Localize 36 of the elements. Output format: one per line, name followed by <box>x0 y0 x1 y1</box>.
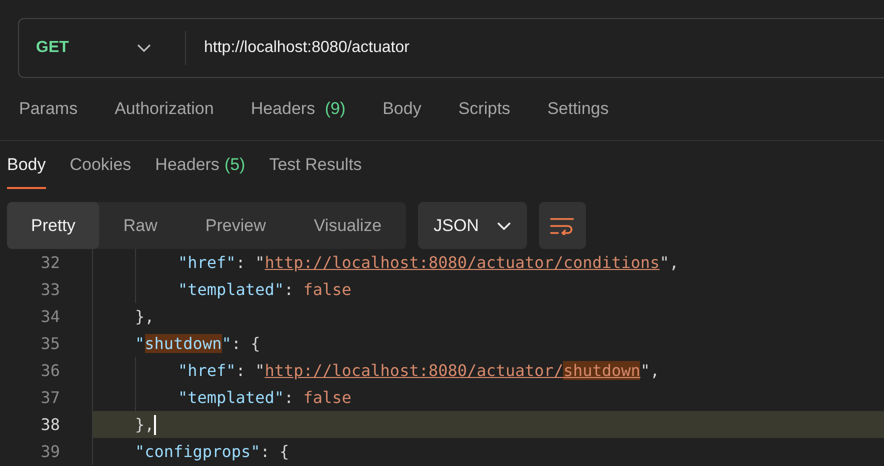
view-mode-tab[interactable]: Pretty <box>7 202 100 249</box>
code-line: "templated": false <box>92 276 884 303</box>
request-tab[interactable]: Params <box>19 99 78 119</box>
code-line: "configprops": { <box>92 438 884 465</box>
request-tab[interactable]: Settings <box>547 99 609 119</box>
code-line: "shutdown": { <box>92 330 884 357</box>
url-field[interactable]: http://localhost:8080/actuator <box>204 39 410 57</box>
line-number: 34 <box>40 307 60 326</box>
format-dropdown[interactable]: JSON <box>418 202 527 249</box>
line-number: 33 <box>40 280 60 299</box>
chevron-down-icon <box>496 222 511 230</box>
code-line: "href": "http://localhost:8080/actuator/shutdown", <box>92 357 884 384</box>
request-tab[interactable]: Authorization <box>114 99 214 119</box>
response-tab[interactable]: Test Results <box>269 141 362 189</box>
code-line: "href": "http://localhost:8080/actuator/conditions", <box>92 249 884 276</box>
code-line: }, <box>92 303 884 330</box>
view-mode-tab[interactable]: Visualize <box>290 202 406 249</box>
method-dropdown[interactable]: GET <box>36 39 69 57</box>
line-number: 35 <box>40 334 60 353</box>
response-tab[interactable]: Headers (5) <box>155 141 246 189</box>
response-tab[interactable]: Body <box>7 141 46 189</box>
request-tab[interactable]: Body <box>382 99 422 119</box>
response-tab[interactable]: Cookies <box>70 141 132 189</box>
line-number: 37 <box>40 388 60 407</box>
line-number: 36 <box>40 361 60 380</box>
line-number: 39 <box>40 442 60 461</box>
line-number: 38 <box>40 415 60 434</box>
view-mode-tab[interactable]: Preview <box>181 202 290 249</box>
request-tab[interactable]: Scripts <box>458 99 510 119</box>
line-number: 32 <box>40 253 60 272</box>
current-line-highlight: }, <box>92 411 884 438</box>
wrap-lines-button[interactable] <box>538 202 586 249</box>
wrap-lines-icon <box>550 216 574 234</box>
chevron-down-icon[interactable] <box>136 44 151 52</box>
view-mode-tab[interactable]: Raw <box>99 202 182 249</box>
request-tab[interactable]: Headers (9) <box>250 99 346 119</box>
